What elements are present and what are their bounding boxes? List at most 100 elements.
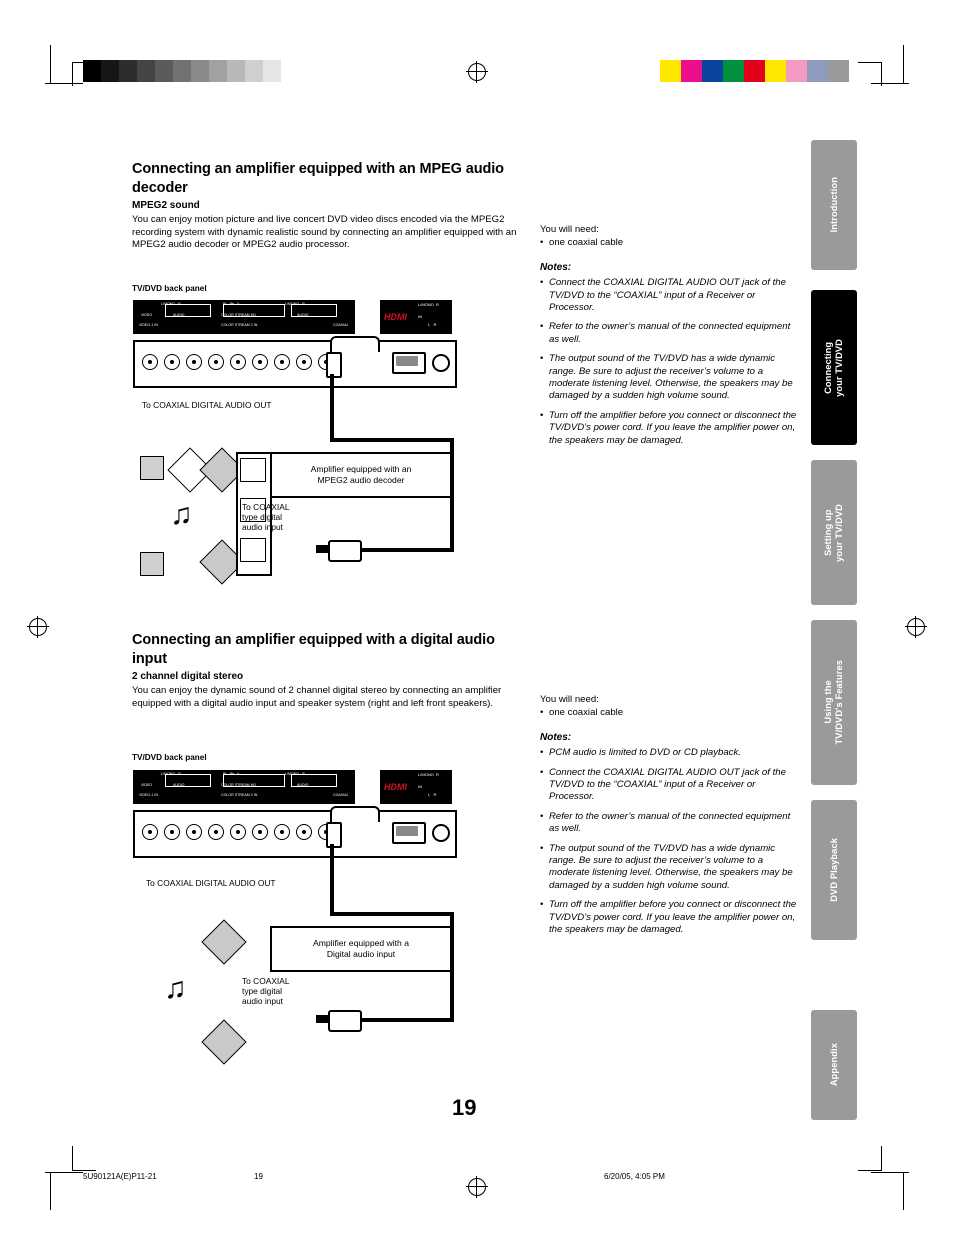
color-swatch-4 [744,60,765,82]
section2-amp-input-label: To COAXIAL type digital audio input [242,976,290,1006]
section1-need-title: You will need: [540,224,599,235]
crop-mark-tr-h [871,83,909,84]
color-swatch-2 [702,60,723,82]
note-item-text: The output sound of the TV/DVD has a wid… [549,353,793,402]
color-swatch-1 [681,60,702,82]
page-number: 19 [452,1095,477,1120]
gray-swatch-0 [83,60,101,82]
coaxial-plug-1 [326,352,342,378]
coax-cable-2-down [330,844,334,916]
footer-timestamp: 6/20/05, 4:05 PM [604,1172,665,1181]
side-tab-using-the-tv-dvd-s-features[interactable]: Using the TV/DVD's Features [811,620,857,785]
gray-swatch-5 [173,60,191,82]
gray-swatch-8 [227,60,245,82]
bullet-icon: • [540,747,544,759]
color-swatch-7 [807,60,828,82]
color-swatch-0 [660,60,681,82]
side-tab-label: DVD Playback [828,838,839,902]
section1-jack-label: To COAXIAL DIGITAL AUDIO OUT [142,400,272,410]
gray-swatch-6 [191,60,209,82]
bullet-icon: • [540,277,544,289]
section1-amp-input-label: To COAXIAL type digital audio input [242,502,290,532]
note-item-text: Connect the COAXIAL DIGITAL AUDIO OUT ja… [549,766,786,803]
registration-mark-left [27,616,49,638]
note-item-text: Connect the COAXIAL DIGITAL AUDIO OUT ja… [549,277,786,313]
section2-need-list: • one coaxial cable [540,707,802,720]
color-swatch-3 [723,60,744,82]
section1-need-list: • one coaxial cable [540,237,802,250]
gray-swatch-4 [155,60,173,82]
note-item-text: Turn off the amplifier before you connec… [549,409,797,446]
note-item: • PCM audio is limited to DVD or CD playb… [540,747,802,759]
section1-notes-title: Notes: [540,262,572,274]
coax-cable-1-right [330,438,454,442]
coaxial-plug-2b [328,1010,362,1032]
section2-notes-list: • PCM audio is limited to DVD or CD playb… [540,747,802,936]
need-item-text: one coaxial cable [549,236,624,248]
section2-diagram: L/MONO R Pr Pb Y L/MONO R VIDEO AUDIO CO… [130,766,520,1066]
section2-need-title: You will need: [540,694,599,705]
section1-amp-box: Amplifier equipped with an MPEG2 audio de… [270,452,452,498]
crop-mark-bl-h [45,1172,83,1173]
crop-mark-tl-h [45,83,83,84]
gray-swatch-2 [119,60,137,82]
manual-page: Introduction Connecting your TV/DVD Setting… [0,0,954,1259]
gray-swatch-10 [263,60,281,82]
bullet-icon: • [540,842,544,854]
side-tab-label: Using the TV/DVD's Features [823,660,844,745]
side-tab-introduction[interactable]: Introduction [811,140,857,270]
crop-line-tr2 [881,62,882,86]
side-tab-label: Setting up your TV/DVD [823,503,844,562]
grayscale-strip [83,60,299,82]
note-item-text: Refer to the owner’s manual of the conne… [549,810,791,835]
section1-panel-caption: TV/DVD back panel [132,284,207,293]
crop-line-tr [858,62,882,63]
bullet-icon: • [540,899,544,911]
note-item: • Refer to the owner’s manual of the conn… [540,811,802,836]
section2-body: You can enjoy the dynamic sound of 2 cha… [132,685,502,709]
side-tab-setting-up-your-tv-dvd[interactable]: Setting up your TV/DVD [811,460,857,605]
note-item: • The output sound of the TV/DVD has a wi… [540,843,802,893]
gray-swatch-7 [209,60,227,82]
crop-mark-br-h [871,1172,909,1173]
section1-subheading: MPEG2 sound [132,200,200,211]
section2-jack-label: To COAXIAL DIGITAL AUDIO OUT [146,878,276,888]
note-item: • The output sound of the TV/DVD has a wi… [540,353,802,403]
crop-line-bl [72,1170,96,1171]
color-swatch-5 [765,60,786,82]
section1-body: You can enjoy motion picture and live co… [132,214,517,251]
coax-cable-1-down [330,374,334,442]
note-item-text: Refer to the owner’s manual of the conne… [549,321,791,345]
note-item: • Refer to the owner’s manual of the conn… [540,321,802,346]
color-swatch-6 [786,60,807,82]
need-item: • one coaxial cable [540,237,802,250]
bullet-icon: • [540,236,544,248]
bullet-icon: • [540,706,544,718]
side-tab-dvd-playback[interactable]: DVD Playback [811,800,857,940]
need-item-text: one coaxial cable [549,706,624,718]
note-item-text: Turn off the amplifier before you connec… [549,899,797,936]
crop-mark-tr-v [903,45,904,83]
bullet-icon: • [540,766,544,778]
note-item: • Connect the COAXIAL DIGITAL AUDIO OUT j… [540,277,802,314]
side-tab-label: Introduction [828,177,839,233]
note-item-text: The output sound of the TV/DVD has a wid… [549,842,793,891]
note-item: • Turn off the amplifier before you conne… [540,410,802,447]
gray-swatch-1 [101,60,119,82]
gray-swatch-11 [281,60,299,82]
side-tab-connecting-your-tv-dvd[interactable]: Connecting your TV/DVD [811,290,857,445]
registration-mark-bottom [466,1176,488,1198]
coax-cable-1-left [358,548,454,552]
registration-mark-right [905,616,927,638]
side-tab-appendix[interactable]: Appendix [811,1010,857,1120]
color-calibration-strip [660,60,849,82]
section2-subheading: 2 channel digital stereo [132,671,244,682]
section1-notes-list: • Connect the COAXIAL DIGITAL AUDIO OUT j… [540,277,802,447]
gray-swatch-9 [245,60,263,82]
coax-cable-2-right [330,912,454,916]
section2-amp-label: Amplifier equipped with a Digital audio i… [312,938,410,959]
footer-filename: 5U90121A(E)P11-21 [83,1172,157,1181]
coaxial-plug-1b [328,540,362,562]
crop-line-bl2 [72,1146,73,1170]
note-item: • Connect the COAXIAL DIGITAL AUDIO OUT j… [540,767,802,804]
